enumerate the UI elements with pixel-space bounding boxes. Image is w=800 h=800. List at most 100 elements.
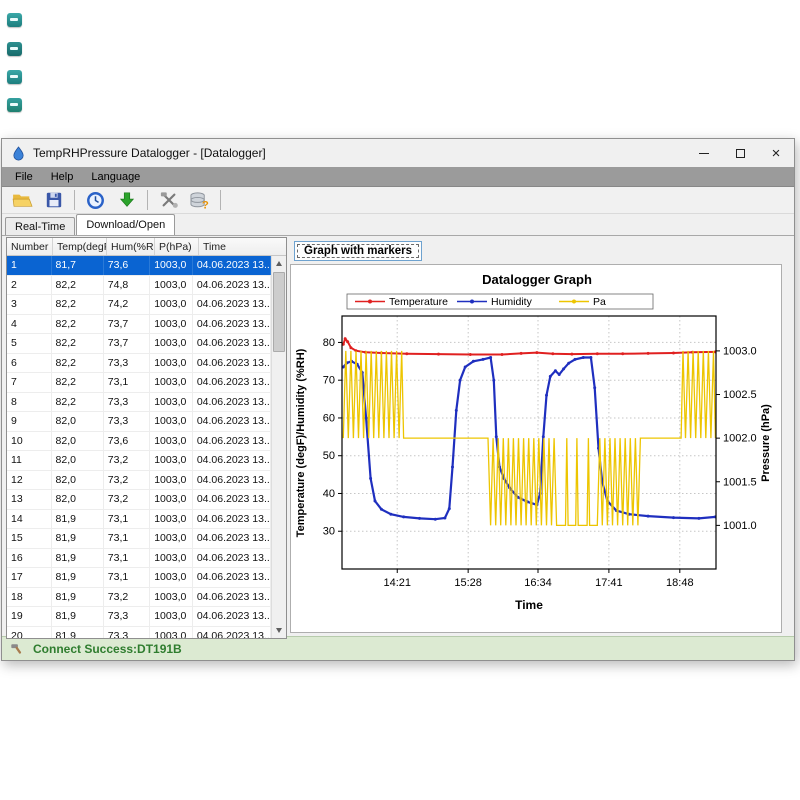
table-cell: 73,2 [104, 588, 150, 607]
column-header-pressure[interactable]: P(hPa) [155, 238, 199, 255]
data-table: Number Temp(degF) Hum(%RH) P(hPa) Time 1… [6, 237, 287, 639]
table-cell: 1003,0 [150, 549, 193, 568]
table-cell: 1003,0 [150, 412, 193, 431]
table-row[interactable]: 1282,073,21003,004.06.2023 13... [7, 471, 271, 491]
x-axis-title: Time [515, 598, 543, 612]
table-row[interactable]: 682,273,31003,004.06.2023 13... [7, 354, 271, 374]
window-title: TempRHPressure Datalogger - [Datalogger] [33, 146, 686, 160]
maximize-button[interactable] [722, 139, 758, 167]
table-cell: 20 [7, 627, 52, 639]
table-row[interactable]: 1581,973,11003,004.06.2023 13... [7, 529, 271, 549]
realtime-button[interactable] [82, 188, 109, 212]
table-cell: 1003,0 [150, 451, 193, 470]
table-row[interactable]: 1881,973,21003,004.06.2023 13... [7, 588, 271, 608]
table-row[interactable]: 982,073,31003,004.06.2023 13... [7, 412, 271, 432]
table-cell: 73,3 [104, 627, 150, 639]
table-cell: 74,2 [104, 295, 150, 314]
menu-help[interactable]: Help [42, 167, 83, 187]
table-row[interactable]: 1781,973,11003,004.06.2023 13... [7, 568, 271, 588]
table-cell: 04.06.2023 13... [193, 529, 271, 548]
table-cell: 73,7 [104, 334, 150, 353]
device-info-button[interactable]: ? [186, 188, 213, 212]
right-axis-title: Pressure (hPa) [760, 404, 772, 482]
table-cell: 3 [7, 295, 52, 314]
table-cell: 82,2 [52, 373, 104, 392]
table-cell: 1003,0 [150, 393, 193, 412]
desktop-shortcut-icon[interactable] [7, 42, 22, 56]
table-body: 181,773,61003,004.06.2023 13...282,274,8… [7, 256, 271, 638]
column-header-hum[interactable]: Hum(%RH) [107, 238, 155, 255]
table-scrollbar[interactable] [271, 256, 286, 638]
close-button[interactable]: × [758, 139, 794, 167]
toolbar-separator [147, 190, 148, 210]
table-cell: 82,2 [52, 354, 104, 373]
table-row[interactable]: 181,773,61003,004.06.2023 13... [7, 256, 271, 276]
settings-button[interactable] [155, 188, 182, 212]
column-header-temp[interactable]: Temp(degF) [53, 238, 107, 255]
table-cell: 04.06.2023 13... [193, 451, 271, 470]
svg-text:1002.5: 1002.5 [723, 389, 757, 401]
table-cell: 1003,0 [150, 295, 193, 314]
table-cell: 73,2 [104, 490, 150, 509]
table-cell: 73,7 [104, 315, 150, 334]
scroll-down-button[interactable] [272, 623, 286, 638]
device-database-help-icon: ? [189, 191, 210, 210]
title-bar[interactable]: TempRHPressure Datalogger - [Datalogger]… [2, 139, 794, 167]
table-row[interactable]: 1681,973,11003,004.06.2023 13... [7, 549, 271, 569]
table-cell: 4 [7, 315, 52, 334]
table-row[interactable]: 582,273,71003,004.06.2023 13... [7, 334, 271, 354]
download-data-button[interactable] [113, 188, 140, 212]
graph-with-markers-button[interactable]: Graph with markers [294, 241, 422, 261]
column-header-time[interactable]: Time [199, 238, 286, 255]
save-button[interactable] [40, 188, 67, 212]
table-cell: 04.06.2023 13... [193, 354, 271, 373]
table-row[interactable]: 2081,973,31003,004.06.2023 13... [7, 627, 271, 639]
open-file-button[interactable] [9, 188, 36, 212]
svg-text:Temperature: Temperature [389, 296, 448, 308]
tab-download-open[interactable]: Download/Open [76, 214, 175, 235]
table-row[interactable]: 1481,973,11003,004.06.2023 13... [7, 510, 271, 530]
table-cell: 82,2 [52, 276, 104, 295]
table-row[interactable]: 1182,073,21003,004.06.2023 13... [7, 451, 271, 471]
table-cell: 73,1 [104, 549, 150, 568]
table-row[interactable]: 1382,073,21003,004.06.2023 13... [7, 490, 271, 510]
table-cell: 73,3 [104, 607, 150, 626]
table-row[interactable]: 482,273,71003,004.06.2023 13... [7, 315, 271, 335]
scroll-up-button[interactable] [272, 256, 286, 271]
svg-text:18:48: 18:48 [666, 577, 694, 589]
table-cell: 04.06.2023 13... [193, 295, 271, 314]
tab-real-time[interactable]: Real-Time [5, 217, 75, 235]
column-header-number[interactable]: Number [7, 238, 53, 255]
icon-mark [10, 75, 18, 78]
desktop-shortcut-icon[interactable] [7, 13, 22, 27]
save-floppy-icon [45, 191, 63, 209]
table-cell: 81,9 [52, 607, 104, 626]
table-cell: 9 [7, 412, 52, 431]
table-row[interactable]: 1981,973,31003,004.06.2023 13... [7, 607, 271, 627]
table-cell: 81,9 [52, 588, 104, 607]
datalogger-chart: Datalogger Graph Temperature (degF)/Humi… [291, 265, 781, 632]
table-cell: 04.06.2023 13... [193, 490, 271, 509]
table-cell: 81,9 [52, 627, 104, 639]
maximize-icon [736, 149, 745, 158]
minimize-button[interactable] [686, 139, 722, 167]
table-row[interactable]: 1082,073,61003,004.06.2023 13... [7, 432, 271, 452]
table-cell: 73,3 [104, 412, 150, 431]
table-cell: 12 [7, 471, 52, 490]
desktop-shortcut-icon[interactable] [7, 70, 22, 84]
table-cell: 1003,0 [150, 568, 193, 587]
table-row[interactable]: 882,273,31003,004.06.2023 13... [7, 393, 271, 413]
table-cell: 04.06.2023 13... [193, 373, 271, 392]
scrollbar-thumb[interactable] [273, 272, 285, 352]
table-row[interactable]: 782,273,11003,004.06.2023 13... [7, 373, 271, 393]
table-cell: 04.06.2023 13... [193, 568, 271, 587]
table-cell: 81,9 [52, 568, 104, 587]
table-row[interactable]: 382,274,21003,004.06.2023 13... [7, 295, 271, 315]
table-cell: 7 [7, 373, 52, 392]
desktop-shortcut-icon[interactable] [7, 98, 22, 112]
table-cell: 1003,0 [150, 607, 193, 626]
menu-file[interactable]: File [6, 167, 42, 187]
table-row[interactable]: 282,274,81003,004.06.2023 13... [7, 276, 271, 296]
menu-language[interactable]: Language [82, 167, 149, 187]
table-cell: 81,9 [52, 549, 104, 568]
